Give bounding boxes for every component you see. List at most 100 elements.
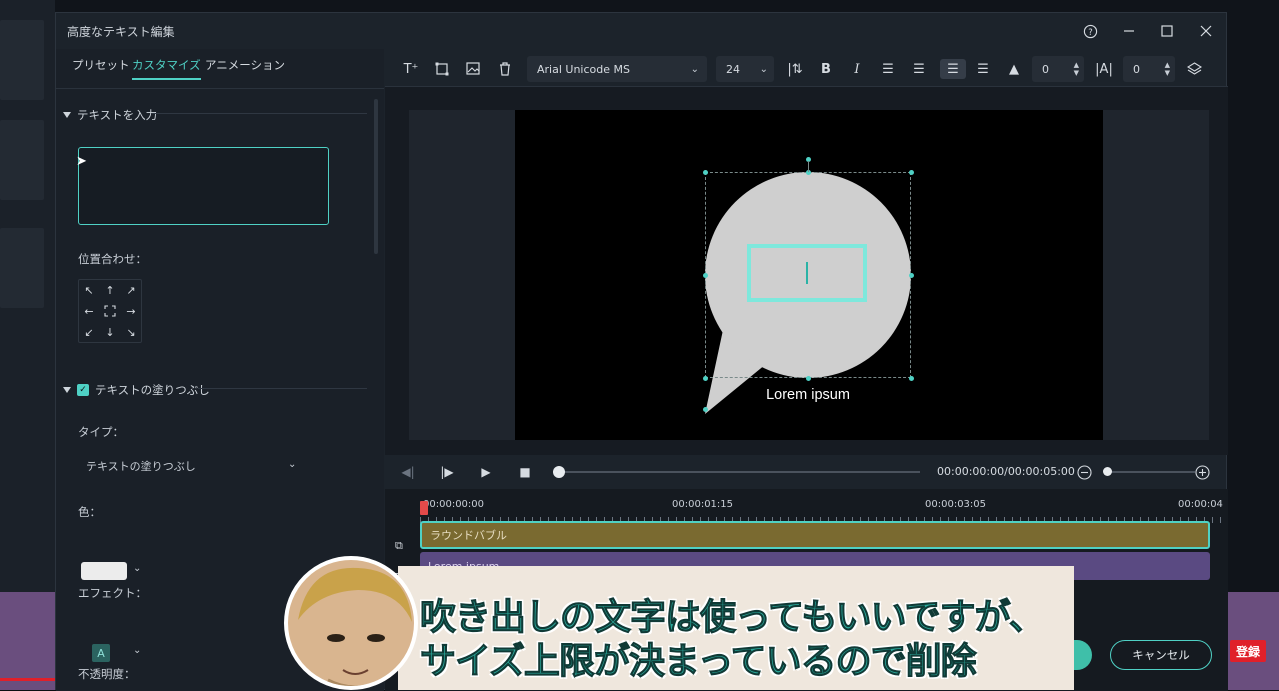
resize-handle[interactable] — [909, 273, 914, 278]
tab-presets[interactable]: プリセット — [72, 57, 130, 78]
line-spacing-icon[interactable]: ▲ — [1004, 59, 1024, 79]
fill-type-select[interactable]: テキストの塗りつぶし ⌄ — [78, 455, 308, 477]
char-spacing-input[interactable]: 0 ▲ ▼ — [1123, 56, 1175, 82]
stepper-icon[interactable]: ▲ ▼ — [1165, 61, 1170, 77]
char-spacing-value: 0 — [1133, 62, 1140, 76]
background-right-panel — [1226, 0, 1279, 690]
mouse-cursor-icon: ➤ — [76, 154, 87, 169]
dialog-title: 高度なテキスト編集 — [67, 25, 175, 39]
timeline-clip-bubble[interactable]: ラウンドバブル — [420, 521, 1210, 549]
minimize-icon[interactable] — [1119, 21, 1139, 41]
tab-animation[interactable]: アニメーション — [205, 57, 285, 78]
help-icon[interactable]: ? — [1080, 21, 1100, 41]
align-right-text-icon[interactable]: ☰ — [909, 59, 929, 79]
chevron-down-icon: ⌄ — [288, 459, 297, 470]
opacity-label: 不透明度： — [78, 667, 136, 681]
zoom-in-icon[interactable] — [1193, 463, 1211, 481]
text-input-section-header[interactable]: テキストを入力 — [63, 107, 157, 123]
close-icon[interactable] — [1196, 21, 1216, 41]
playback-knob[interactable] — [553, 466, 565, 478]
collapse-icon — [63, 387, 71, 393]
align-bottom-icon[interactable]: ↓ — [100, 322, 120, 342]
playback-progress-track[interactable] — [558, 471, 920, 473]
effect-swatch[interactable]: A — [92, 644, 110, 662]
fill-checkbox[interactable]: ✓ — [77, 384, 89, 396]
play-icon[interactable]: ▶ — [477, 463, 495, 481]
align-bottom-right-icon[interactable]: ↘ — [121, 322, 141, 342]
align-left-text-icon[interactable]: ☰ — [878, 59, 898, 79]
zoom-out-icon[interactable] — [1075, 463, 1093, 481]
preview-canvas[interactable]: Lorem ipsum — [515, 110, 1103, 440]
justify-text-icon[interactable]: ☰ — [973, 59, 993, 79]
playhead[interactable] — [420, 501, 428, 515]
text-spacing-icon[interactable]: |⇅ — [785, 59, 805, 79]
text-cursor — [806, 262, 808, 284]
color-chevron-down-icon[interactable]: ⌄ — [133, 563, 141, 574]
maximize-icon[interactable] — [1157, 21, 1177, 41]
delete-icon[interactable] — [495, 59, 515, 79]
tick-label: 00:00:01:15 — [672, 499, 734, 510]
font-select[interactable]: Arial Unicode MS ⌄ — [527, 56, 707, 82]
play-frame-icon[interactable]: |▶ — [438, 463, 456, 481]
font-size-select[interactable]: 24 ⌄ — [716, 56, 774, 82]
color-label: 色： — [78, 505, 101, 519]
tail-handle[interactable] — [703, 407, 708, 412]
bold-icon[interactable]: B — [816, 59, 836, 79]
align-left-icon[interactable]: ← — [79, 301, 99, 321]
align-center-text-icon[interactable]: ☰ — [940, 59, 966, 79]
chevron-down-icon: ⌄ — [690, 63, 699, 75]
fill-section-header[interactable]: ✓ テキストの塗りつぶし — [63, 382, 210, 398]
subscribe-badge[interactable]: 登録 — [1230, 640, 1266, 662]
player-controls: ◀| |▶ ▶ ■ 00:00:00:00/00:00:05:00 — [385, 455, 1228, 489]
stepper-icon[interactable]: ▲ ▼ — [1074, 61, 1079, 77]
resize-handle[interactable] — [909, 376, 914, 381]
rotate-line — [808, 161, 809, 172]
layers-icon[interactable] — [1184, 59, 1204, 79]
resize-handle[interactable] — [703, 170, 708, 175]
fill-section-title: テキストの塗りつぶし — [95, 383, 210, 397]
align-label: 位置合わせ： — [78, 252, 147, 266]
align-center-icon[interactable] — [100, 301, 120, 321]
preview-area: Lorem ipsum — [385, 87, 1228, 455]
background-left-panel — [0, 0, 55, 690]
color-swatch[interactable] — [81, 562, 127, 580]
resize-handle[interactable] — [703, 376, 708, 381]
italic-icon[interactable]: I — [847, 59, 867, 79]
line-spacing-input[interactable]: 0 ▲ ▼ — [1032, 56, 1084, 82]
resize-handle[interactable] — [806, 376, 811, 381]
background-strip — [0, 0, 1279, 12]
align-top-left-icon[interactable]: ↖ — [79, 280, 99, 300]
timecode: 00:00:00:00/00:00:05:00 — [937, 465, 1075, 478]
tab-bar: プリセット カスタマイズ アニメーション — [56, 49, 384, 89]
char-spacing-icon[interactable]: |A| — [1094, 59, 1114, 79]
divider — [198, 388, 367, 389]
effect-chevron-down-icon[interactable]: ⌄ — [133, 645, 141, 656]
zoom-slider-track[interactable] — [1107, 471, 1195, 473]
align-top-icon[interactable]: ↑ — [100, 280, 120, 300]
resize-handle[interactable] — [703, 273, 708, 278]
align-bottom-left-icon[interactable]: ↙ — [79, 322, 99, 342]
zoom-slider-knob[interactable] — [1103, 467, 1112, 476]
stop-icon[interactable]: ■ — [516, 463, 534, 481]
alignment-grid: ↖ ↑ ↗ ← → ↙ ↓ ↘ — [78, 279, 142, 343]
align-right-icon[interactable]: → — [121, 301, 141, 321]
cancel-button[interactable]: キャンセル — [1110, 640, 1212, 670]
effect-label: エフェクト： — [78, 586, 147, 600]
tab-customize[interactable]: カスタマイズ — [132, 57, 201, 80]
resize-handle[interactable] — [909, 170, 914, 175]
text-input-field[interactable] — [78, 147, 329, 225]
add-image-icon[interactable] — [463, 59, 483, 79]
tick-label: 00:00:04 — [1178, 499, 1223, 510]
panel-scrollbar[interactable] — [374, 99, 378, 254]
add-shape-icon[interactable] — [432, 59, 452, 79]
canvas-caption[interactable]: Lorem ipsum — [708, 387, 908, 403]
previous-frame-icon[interactable]: ◀| — [399, 463, 417, 481]
chevron-down-icon: ⌄ — [759, 63, 768, 75]
tick-label: 00:00:03:05 — [925, 499, 987, 510]
add-text-icon[interactable]: T⁺ — [401, 59, 421, 79]
align-top-right-icon[interactable]: ↗ — [121, 280, 141, 300]
timeline-ruler[interactable]: 00:00:00:00 00:00:01:15 00:00:03:05 00:0… — [420, 499, 1223, 523]
line-spacing-value: 0 — [1042, 62, 1049, 76]
divider — [152, 113, 367, 114]
subtitle-line-2: サイズ上限が決まっているので削除 — [420, 641, 978, 683]
